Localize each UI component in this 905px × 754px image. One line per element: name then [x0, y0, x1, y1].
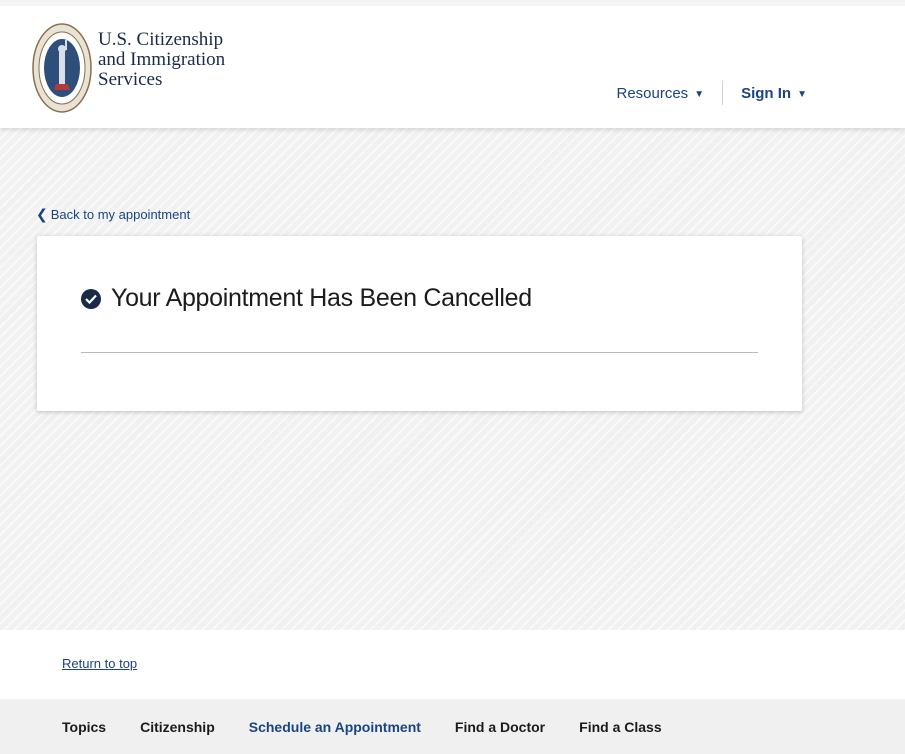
footer-link-schedule-appointment[interactable]: Schedule an Appointment: [249, 719, 421, 735]
nav-divider: [722, 81, 724, 105]
divider: [81, 352, 758, 353]
footer-link-citizenship[interactable]: Citizenship: [140, 719, 215, 735]
check-circle-icon: [81, 288, 101, 309]
footer-nav: Topics Citizenship Schedule an Appointme…: [0, 699, 905, 754]
agency-name-line-3: Services: [98, 69, 163, 90]
back-link-label: Back to my appointment: [50, 207, 191, 222]
header-nav: Resources ▼ Sign In ▼: [616, 81, 807, 105]
sign-in-label: Sign In: [741, 84, 792, 102]
resources-menu-button[interactable]: Resources ▼: [616, 85, 704, 102]
sign-in-menu-button[interactable]: Sign In ▼: [741, 85, 807, 102]
site-header: U.S. Citizenship and Immigration Service…: [0, 0, 905, 128]
return-to-top-link[interactable]: Return to top: [62, 656, 137, 671]
footer-link-topics[interactable]: Topics: [62, 719, 106, 735]
agency-name[interactable]: U.S. Citizenship and Immigration Service…: [98, 30, 225, 90]
uscis-seal-logo[interactable]: [32, 22, 92, 114]
agency-name-line-2: and Immigration: [98, 49, 226, 70]
cancellation-title: Your Appointment Has Been Cancelled: [111, 284, 532, 312]
footer-link-find-doctor[interactable]: Find a Doctor: [455, 719, 545, 735]
caret-down-icon: ▼: [694, 88, 705, 100]
card-heading: Your Appointment Has Been Cancelled: [81, 284, 532, 313]
agency-name-line-1: U.S. Citizenship: [98, 29, 224, 50]
back-to-appointment-link[interactable]: ❮ Back to my appointment: [36, 206, 190, 223]
main-content: ❮ Back to my appointment Your Appointmen…: [0, 128, 905, 630]
resources-label: Resources: [616, 84, 689, 102]
confirmation-card: Your Appointment Has Been Cancelled: [37, 236, 802, 411]
caret-down-icon: ▼: [797, 88, 807, 100]
chevron-left-icon: ❮: [36, 206, 48, 222]
footer-link-find-class[interactable]: Find a Class: [579, 719, 661, 735]
